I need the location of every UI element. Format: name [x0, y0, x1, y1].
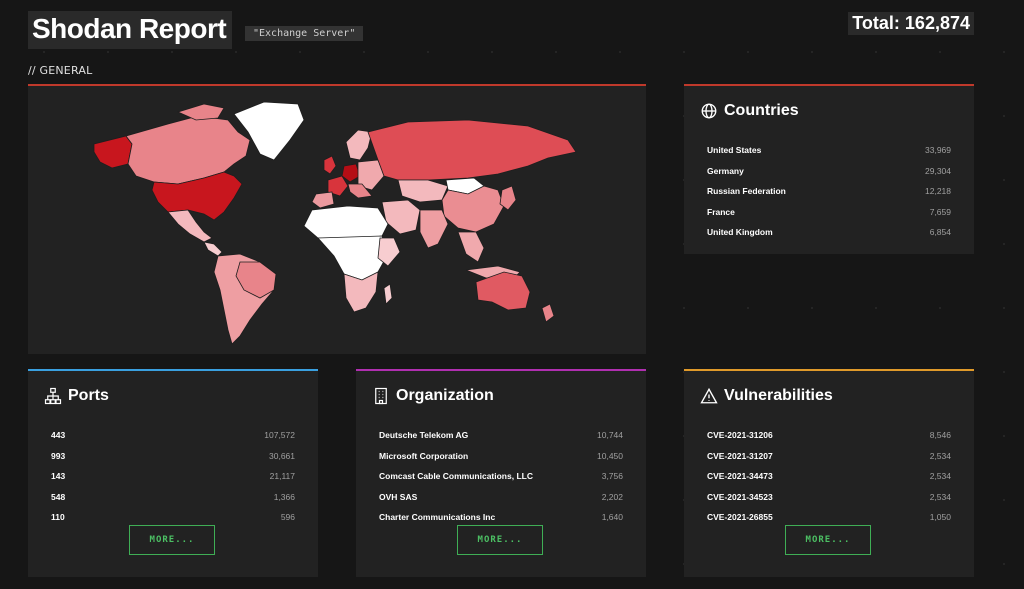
ports-title: Ports: [68, 387, 109, 404]
list-item[interactable]: France 7,659: [707, 202, 951, 223]
list-item[interactable]: Russian Federation 12,218: [707, 181, 951, 202]
map-region-madagascar: [383, 283, 393, 305]
countries-header: Countries: [700, 102, 799, 120]
countries-list: United States 33,969 Germany 29,304 Russia…: [707, 140, 951, 243]
ports-more-button[interactable]: MORE...: [129, 525, 215, 555]
map-region-middle-east: [381, 199, 421, 235]
list-item[interactable]: Microsoft Corporation 10,450: [379, 446, 623, 467]
building-icon: [375, 387, 387, 405]
organization-header: Organization: [372, 387, 494, 405]
list-item[interactable]: Comcast Cable Communications, LLC 3,756: [379, 466, 623, 487]
list-item[interactable]: United States 33,969: [707, 140, 951, 161]
map-region-australia: [475, 271, 531, 311]
organization-list: Deutsche Telekom AG 10,744 Microsoft Corp…: [379, 425, 623, 528]
vulnerabilities-title: Vulnerabilities: [724, 387, 833, 404]
list-item[interactable]: 143 21,117: [51, 466, 295, 487]
list-item[interactable]: Germany 29,304: [707, 161, 951, 182]
map-region-india: [419, 209, 449, 249]
globe-icon: [701, 103, 717, 119]
list-item[interactable]: OVH SAS 2,202: [379, 487, 623, 508]
map-region-uk: [323, 155, 337, 175]
ports-panel: Ports 443 107,572 993 30,661 143 21,117 548…: [28, 369, 318, 577]
ports-header: Ports: [44, 387, 109, 405]
map-region-alaska: [93, 135, 133, 169]
map-region-russia: [367, 119, 577, 181]
list-item[interactable]: CVE-2021-31206 8,546: [707, 425, 951, 446]
map-region-north-africa: [303, 205, 389, 241]
vulnerabilities-more-button[interactable]: MORE...: [785, 525, 871, 555]
countries-title: Countries: [724, 102, 799, 119]
warning-icon: [700, 387, 718, 404]
page-title: Shodan Report: [28, 11, 233, 49]
map-region-iberia: [311, 191, 335, 209]
total-count: Total: 162,874: [848, 12, 974, 35]
vulnerabilities-panel: Vulnerabilities CVE-2021-31206 8,546 CVE-…: [684, 369, 974, 577]
section-label-general: // GENERAL: [28, 64, 93, 77]
list-item[interactable]: 993 30,661: [51, 446, 295, 467]
world-map-panel: [28, 84, 646, 354]
map-region-central-asia: [397, 179, 449, 203]
list-item[interactable]: United Kingdom 6,854: [707, 222, 951, 243]
map-region-new-zealand: [541, 303, 555, 323]
query-badge: "Exchange Server": [245, 26, 364, 41]
list-item[interactable]: Deutsche Telekom AG 10,744: [379, 425, 623, 446]
list-item[interactable]: 548 1,366: [51, 487, 295, 508]
network-icon: [44, 387, 62, 405]
map-region-germany: [341, 163, 361, 183]
map-region-scandinavia: [345, 129, 373, 161]
vulnerabilities-header: Vulnerabilities: [700, 387, 833, 405]
list-item[interactable]: CVE-2021-34473 2,534: [707, 466, 951, 487]
organization-more-button[interactable]: MORE...: [457, 525, 543, 555]
organization-panel: Organization Deutsche Telekom AG 10,744 M…: [356, 369, 646, 577]
map-region-southeast-asia: [457, 231, 485, 263]
map-region-central-america: [203, 241, 223, 257]
map-region-china: [441, 185, 505, 233]
list-item[interactable]: CVE-2021-34523 2,534: [707, 487, 951, 508]
organization-title: Organization: [396, 387, 494, 404]
map-region-arctic-islands: [176, 103, 225, 121]
ports-list: 443 107,572 993 30,661 143 21,117 548 1,366 …: [51, 425, 295, 528]
world-map[interactable]: [28, 86, 646, 354]
map-region-canada: [125, 115, 251, 185]
countries-panel: Countries United States 33,969 Germany 29,…: [684, 84, 974, 254]
list-item[interactable]: CVE-2021-31207 2,534: [707, 446, 951, 467]
vulnerabilities-list: CVE-2021-31206 8,546 CVE-2021-31207 2,534 …: [707, 425, 951, 528]
list-item[interactable]: 443 107,572: [51, 425, 295, 446]
